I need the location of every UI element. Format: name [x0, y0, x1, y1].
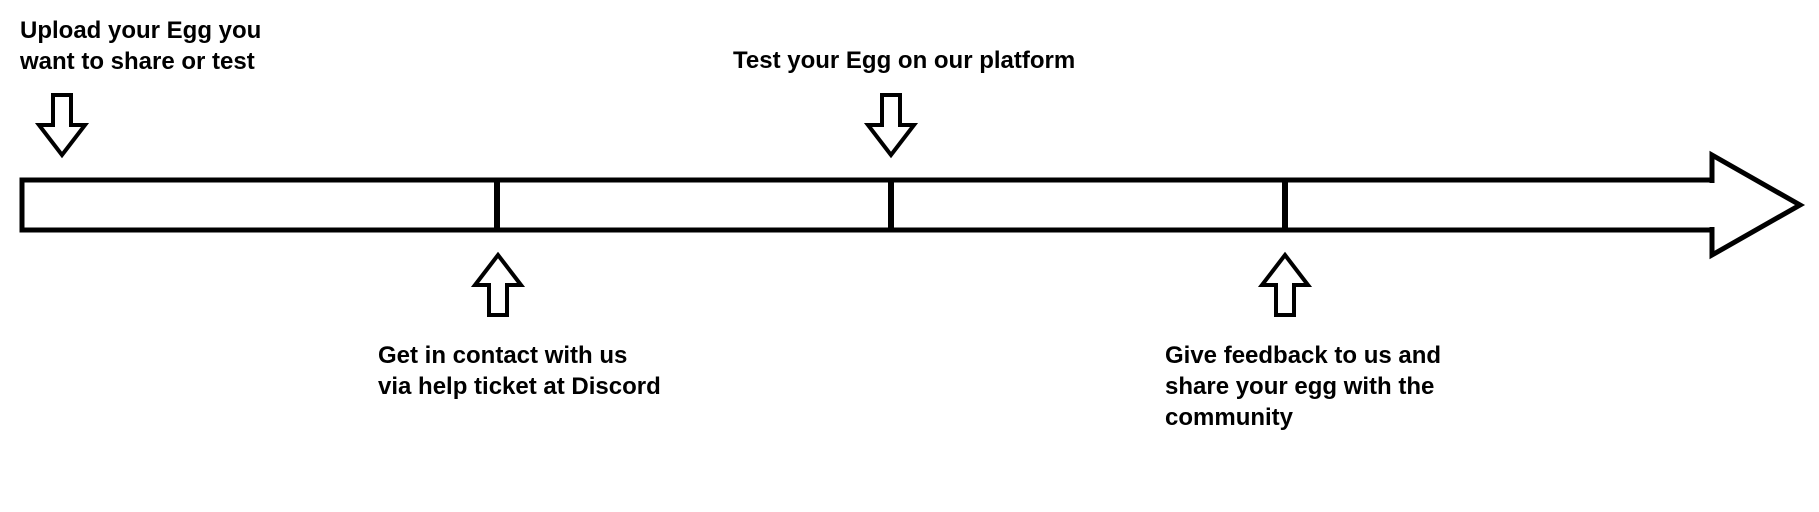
step-label-feedback: Give feedback to us and share your egg w… [1165, 340, 1441, 434]
step-label-test: Test your Egg on our platform [733, 45, 1075, 76]
step-label-upload: Upload your Egg you want to share or tes… [20, 15, 261, 77]
arrow-down-icon [868, 95, 914, 155]
timeline-svg [0, 0, 1819, 512]
step-label-line: share your egg with the [1165, 371, 1441, 402]
step-label-line: Test your Egg on our platform [733, 45, 1075, 76]
step-label-line: Get in contact with us [378, 340, 661, 371]
arrow-down-icon [39, 95, 85, 155]
step-label-line: via help ticket at Discord [378, 371, 661, 402]
step-label-line: Give feedback to us and [1165, 340, 1441, 371]
step-label-contact: Get in contact with us via help ticket a… [378, 340, 661, 402]
arrow-up-icon [475, 255, 521, 315]
process-timeline-diagram: Upload your Egg you want to share or tes… [0, 0, 1819, 512]
step-label-line: community [1165, 402, 1441, 433]
timeline-arrow [22, 155, 1800, 255]
step-label-line: Upload your Egg you [20, 15, 261, 46]
step-label-line: want to share or test [20, 46, 261, 77]
arrow-up-icon [1262, 255, 1308, 315]
